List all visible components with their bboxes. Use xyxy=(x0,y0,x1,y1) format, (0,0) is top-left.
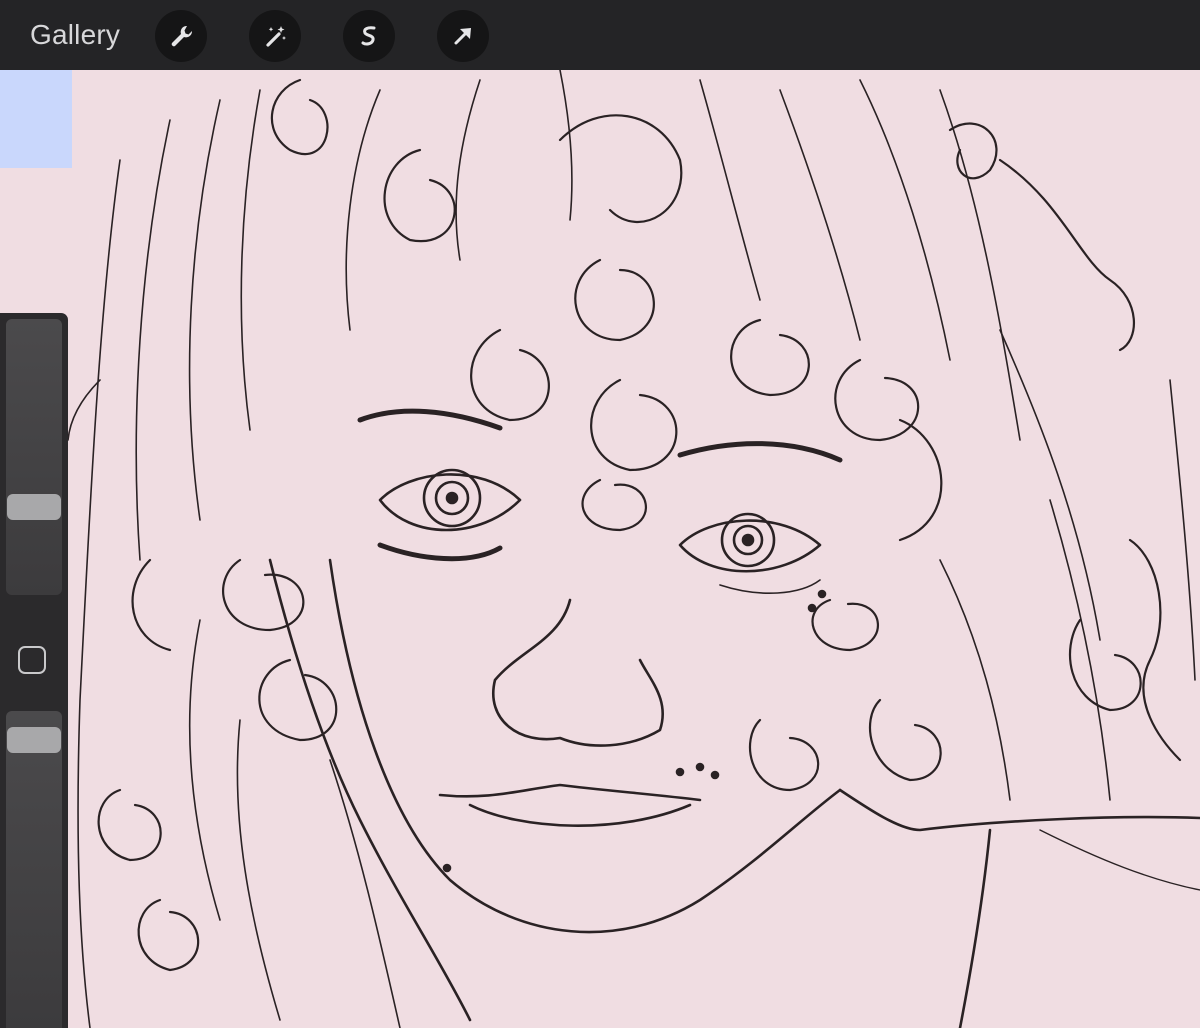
upper-lip xyxy=(438,783,702,802)
brush-sidebar xyxy=(0,313,68,1028)
hair-strands xyxy=(67,70,1196,1028)
face-outline xyxy=(328,558,842,934)
line-art-sketch xyxy=(67,70,1200,1028)
opacity-handle[interactable] xyxy=(7,727,61,753)
wrench-icon xyxy=(171,25,193,47)
left-eye xyxy=(377,468,522,562)
transform-arrow-icon xyxy=(454,28,471,45)
right-eye xyxy=(678,512,822,594)
right-eyebrow xyxy=(677,441,843,463)
gallery-button[interactable]: Gallery xyxy=(30,19,120,51)
opacity-slider[interactable] xyxy=(6,711,62,1028)
actions-button[interactable] xyxy=(155,10,207,62)
magic-wand-icon xyxy=(266,26,286,47)
left-eyebrow xyxy=(357,408,503,431)
top-toolbar: Gallery xyxy=(0,0,1200,70)
selection-s-icon xyxy=(361,26,376,46)
nose xyxy=(492,598,665,747)
hair-curls xyxy=(97,78,1182,972)
adjustments-button[interactable] xyxy=(249,10,301,62)
brush-size-slider[interactable] xyxy=(6,319,62,595)
selection-button[interactable] xyxy=(343,10,395,62)
transform-button[interactable] xyxy=(437,10,489,62)
lower-lip xyxy=(468,803,692,827)
square-modifier-icon[interactable] xyxy=(18,646,46,674)
shoulder-line xyxy=(838,788,1200,832)
brush-size-handle[interactable] xyxy=(7,494,61,520)
selection-preview-chip xyxy=(0,70,72,168)
drawing-canvas[interactable] xyxy=(0,70,1200,1028)
